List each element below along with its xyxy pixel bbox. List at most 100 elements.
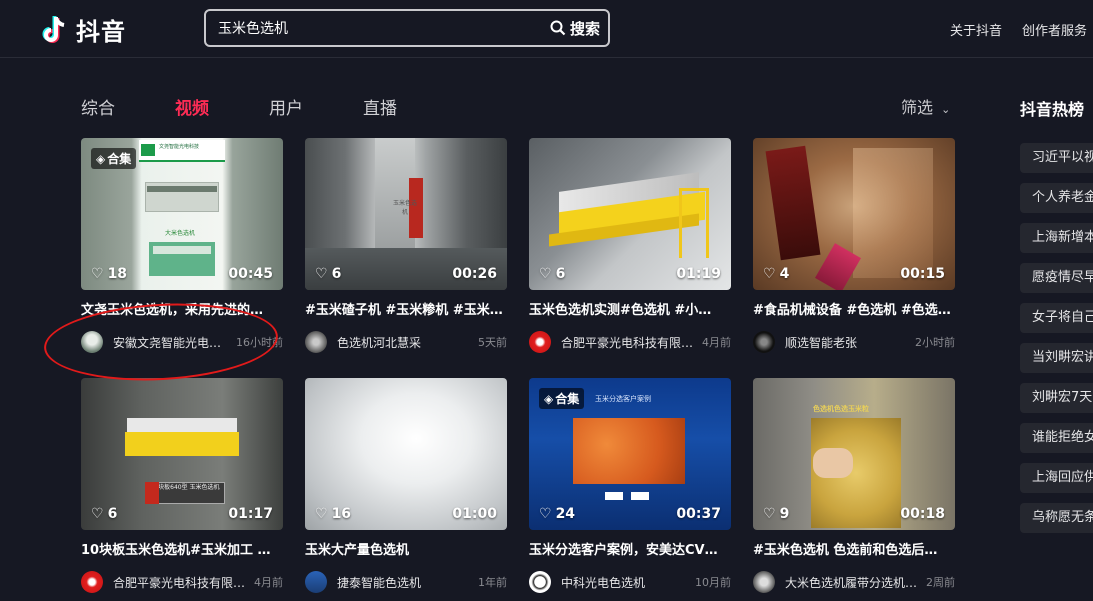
- like-count: ♡ 4: [763, 266, 789, 282]
- hot-item[interactable]: 个人养老金: [1020, 183, 1093, 213]
- tab-videos[interactable]: 视频: [175, 94, 209, 119]
- video-duration: 00:18: [900, 506, 945, 522]
- avatar[interactable]: [305, 331, 327, 353]
- video-card[interactable]: 文尧智能光电科技 大米色选机 ◈ 合集 ♡ 18 00:45 文尧玉米色选机，采用先…: [81, 138, 283, 354]
- avatar[interactable]: [753, 331, 775, 353]
- hot-item[interactable]: 乌称愿无条: [1020, 503, 1093, 533]
- avatar[interactable]: [305, 571, 327, 593]
- tab-live[interactable]: 直播: [363, 94, 397, 119]
- like-value: 6: [331, 266, 342, 282]
- video-author[interactable]: 色选机河北慧采 5天前: [305, 330, 507, 354]
- like-value: 4: [779, 266, 790, 282]
- avatar[interactable]: [529, 331, 551, 353]
- video-author[interactable]: 合肥平豪光电科技有限… 4月前: [529, 330, 731, 354]
- like-count: ♡ 24: [539, 506, 575, 522]
- video-title[interactable]: 玉米分选客户案例，安美达CV…: [529, 539, 731, 558]
- video-duration: 00:15: [900, 266, 945, 282]
- author-name[interactable]: 安徽文尧智能光电…: [113, 334, 230, 351]
- filter-button[interactable]: 筛选 ⌄: [901, 94, 950, 118]
- video-duration: 01:00: [452, 506, 497, 522]
- video-thumbnail[interactable]: ♡ 16 01:00: [305, 378, 507, 530]
- hot-item[interactable]: 女子将自己: [1020, 303, 1093, 333]
- video-author[interactable]: 顺选智能老张 2小时前: [753, 330, 955, 354]
- search-button[interactable]: 搜索: [550, 16, 600, 40]
- video-thumbnail[interactable]: 色选机色选玉米粒 ♡ 9 00:18: [753, 378, 955, 530]
- hot-item[interactable]: 愿疫情尽早: [1020, 263, 1093, 293]
- like-value: 18: [107, 266, 128, 282]
- post-time: 10月前: [695, 576, 731, 589]
- video-duration: 00:26: [452, 266, 497, 282]
- video-author[interactable]: 捷泰智能色选机 1年前: [305, 570, 507, 594]
- collection-badge: ◈ 合集: [91, 148, 137, 169]
- video-thumbnail[interactable]: 玉米分选客户案例 ◈ 合集 ♡ 24 00:37: [529, 378, 731, 530]
- about-link[interactable]: 关于抖音: [950, 20, 1002, 39]
- video-thumbnail[interactable]: 玉米色选机 ♡ 6 00:26: [305, 138, 507, 290]
- avatar[interactable]: [529, 571, 551, 593]
- like-count: ♡ 6: [91, 506, 117, 522]
- avatar[interactable]: [753, 571, 775, 593]
- author-name[interactable]: 合肥平豪光电科技有限…: [561, 334, 696, 351]
- video-card[interactable]: 玉米色选机 ♡ 6 00:26 #玉米碴子机 #玉米糁机 #玉米… 色选机河北慧采…: [305, 138, 507, 354]
- tab-comprehensive[interactable]: 综合: [81, 94, 115, 119]
- search-icon: [550, 20, 566, 36]
- post-time: 16小时前: [236, 336, 283, 349]
- video-title[interactable]: 文尧玉米色选机，采用先进的…: [81, 299, 283, 318]
- video-title[interactable]: #食品机械设备 #色选机 #色选…: [753, 299, 955, 318]
- video-card[interactable]: ♡ 6 01:19 玉米色选机实测#色选机 #小… 合肥平豪光电科技有限… 4月前: [529, 138, 731, 354]
- video-duration: 00:37: [676, 506, 721, 522]
- author-name[interactable]: 大米色选机履带分选机…: [785, 574, 920, 591]
- video-card[interactable]: 10块板640型 玉米色选机 ♡ 6 01:17 10块板玉米色选机#玉米加工 ……: [81, 378, 283, 594]
- post-time: 2小时前: [915, 336, 955, 349]
- hot-item[interactable]: 上海回应供: [1020, 463, 1093, 493]
- avatar[interactable]: [81, 571, 103, 593]
- post-time: 4月前: [702, 336, 731, 349]
- video-card[interactable]: 玉米分选客户案例 ◈ 合集 ♡ 24 00:37 玉米分选客户案例，安美达CV… 中…: [529, 378, 731, 594]
- thumbnail-caption-text: 大米色选机: [165, 230, 196, 237]
- author-name[interactable]: 捷泰智能色选机: [337, 574, 472, 591]
- author-name[interactable]: 色选机河北慧采: [337, 334, 472, 351]
- hot-item[interactable]: 上海新增本: [1020, 223, 1093, 253]
- heart-icon: ♡: [315, 266, 328, 282]
- video-title[interactable]: #玉米碴子机 #玉米糁机 #玉米…: [305, 299, 507, 318]
- video-title[interactable]: 10块板玉米色选机#玉米加工 …: [81, 539, 283, 558]
- douyin-logo[interactable]: 抖音: [40, 12, 126, 47]
- video-duration: 00:45: [228, 266, 273, 282]
- like-value: 24: [555, 506, 576, 522]
- top-bar: 抖音 搜索 关于抖音 创作者服务: [0, 0, 1093, 58]
- video-author[interactable]: 中科光电色选机 10月前: [529, 570, 731, 594]
- hot-item[interactable]: 习近平以视: [1020, 143, 1093, 173]
- thumbnail-banner-text: 玉米分选客户案例: [595, 395, 651, 403]
- heart-icon: ♡: [539, 506, 552, 522]
- video-author[interactable]: 大米色选机履带分选机… 2周前: [753, 570, 955, 594]
- like-count: ♡ 18: [91, 266, 127, 282]
- video-card[interactable]: ♡ 16 01:00 玉米大产量色选机 捷泰智能色选机 1年前: [305, 378, 507, 594]
- tiktok-note-icon: [42, 15, 65, 43]
- author-name[interactable]: 顺选智能老张: [785, 334, 909, 351]
- hot-list-title: 抖音热榜: [1020, 100, 1085, 119]
- video-title[interactable]: 玉米色选机实测#色选机 #小…: [529, 299, 731, 318]
- like-count: ♡ 6: [539, 266, 565, 282]
- creator-service-link[interactable]: 创作者服务: [1022, 20, 1087, 39]
- video-card[interactable]: 色选机色选玉米粒 ♡ 9 00:18 #玉米色选机 色选前和色选后… 大米色选机履…: [753, 378, 955, 594]
- video-title[interactable]: 玉米大产量色选机: [305, 539, 507, 558]
- video-duration: 01:17: [228, 506, 273, 522]
- author-name[interactable]: 合肥平豪光电科技有限…: [113, 574, 248, 591]
- video-author[interactable]: 安徽文尧智能光电… 16小时前: [81, 330, 283, 354]
- video-card[interactable]: ♡ 4 00:15 #食品机械设备 #色选机 #色选… 顺选智能老张 2小时前: [753, 138, 955, 354]
- video-thumbnail[interactable]: ♡ 4 00:15: [753, 138, 955, 290]
- video-author[interactable]: 合肥平豪光电科技有限… 4月前: [81, 570, 283, 594]
- search-input[interactable]: [218, 11, 528, 45]
- thumbnail-caption-text: 玉米色选机: [392, 200, 417, 216]
- video-title[interactable]: #玉米色选机 色选前和色选后…: [753, 539, 955, 558]
- heart-icon: ♡: [539, 266, 552, 282]
- hot-item[interactable]: 谁能拒绝女: [1020, 423, 1093, 453]
- tab-users[interactable]: 用户: [269, 94, 303, 119]
- hot-item[interactable]: 当刘畊宏讲: [1020, 343, 1093, 373]
- video-thumbnail[interactable]: 10块板640型 玉米色选机 ♡ 6 01:17: [81, 378, 283, 530]
- video-thumbnail[interactable]: ♡ 6 01:19: [529, 138, 731, 290]
- hot-item[interactable]: 刘畊宏7天: [1020, 383, 1093, 413]
- author-name[interactable]: 中科光电色选机: [561, 574, 689, 591]
- avatar[interactable]: [81, 331, 103, 353]
- app-name: 抖音: [76, 18, 126, 46]
- video-thumbnail[interactable]: 文尧智能光电科技 大米色选机 ◈ 合集 ♡ 18 00:45: [81, 138, 283, 290]
